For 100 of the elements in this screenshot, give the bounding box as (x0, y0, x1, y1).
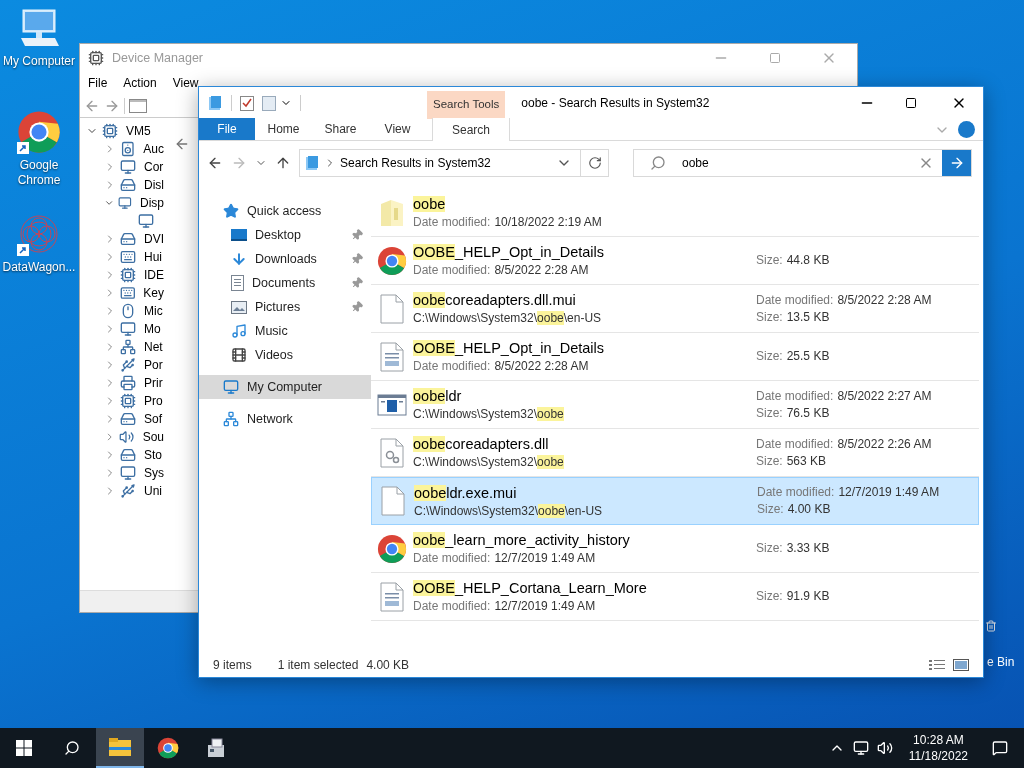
new-folder-icon[interactable] (262, 95, 276, 111)
network-icon[interactable] (852, 740, 869, 756)
tiles-view-icon[interactable] (953, 659, 969, 671)
address-bar[interactable]: Search Results in System32 (299, 149, 609, 177)
address-text: Search Results in System32 (340, 155, 492, 172)
panel-icon[interactable] (129, 98, 147, 113)
file-name: oobe (413, 195, 447, 214)
detail-label: Size: (756, 252, 783, 269)
tree-label[interactable]: Sou (142, 428, 164, 446)
nav-item[interactable]: Videos (199, 343, 371, 367)
tree-label[interactable]: IDE (144, 266, 164, 284)
detail-label: Size: (756, 452, 783, 470)
tree-label[interactable]: Mic (144, 302, 163, 320)
display-adapter-icon (138, 213, 154, 229)
tree-label[interactable]: Key (143, 284, 164, 302)
volume-icon[interactable] (876, 740, 893, 756)
device-icon (120, 339, 136, 355)
chrome-icon (17, 110, 61, 154)
detail-label: Date modified: (757, 484, 835, 501)
desktop-icon-label[interactable]: DataWagon... (2, 260, 76, 275)
ribbon-tab[interactable]: Share (312, 118, 369, 140)
tree-label[interactable]: Disp (140, 194, 164, 212)
device-icon (119, 141, 136, 157)
ribbon-tab[interactable]: View (369, 118, 426, 140)
nav-item[interactable]: Downloads (199, 247, 371, 271)
detail-value: 44.8 KB (786, 252, 830, 269)
result-row[interactable]: OOBE_HELP_Opt_in_Details Date modified: 8/5/2022 2:28 AM Size: 44.8 KB (371, 237, 979, 285)
search-icon[interactable] (64, 740, 80, 756)
tree-label[interactable]: Hui (144, 248, 162, 266)
result-row[interactable]: oobeldr C:\Windows\System32\oobe Date modified: 8/5/2022 2:27 AM Size: 76.5 KB (371, 381, 979, 429)
maximize-icon[interactable] (905, 97, 917, 109)
menu-item[interactable]: Action (123, 74, 157, 92)
ribbon-tab[interactable]: Home (255, 118, 312, 140)
ribbon-tab[interactable]: File (199, 118, 255, 140)
tree-label[interactable]: Net (144, 338, 163, 356)
desktop-icon-label[interactable]: My Computer (3, 54, 75, 69)
device-icon (120, 303, 136, 319)
tree-label[interactable]: Cor (144, 158, 164, 176)
tree-label[interactable]: Uni (144, 482, 162, 500)
desktop-icon-label[interactable]: e Bin (987, 653, 1015, 671)
result-row[interactable]: oobe Date modified: 10/18/2022 2:19 AM (371, 189, 979, 237)
tree-label[interactable]: Por (144, 356, 163, 374)
detail-label: Size: (757, 501, 784, 518)
file-name: oobeldr.exe.mui (414, 483, 518, 503)
properties-icon[interactable] (240, 95, 254, 111)
film-icon (231, 347, 247, 363)
search-field[interactable]: oobe (633, 149, 972, 177)
tree-label[interactable]: Auc (143, 140, 164, 158)
nav-item[interactable]: Quick access (199, 199, 371, 223)
detail-label: Date modified: (413, 214, 491, 230)
nav-item[interactable]: Desktop (199, 223, 371, 247)
tree-label[interactable]: DVI (144, 230, 164, 248)
taskbar-app[interactable] (96, 728, 144, 768)
detail-value: 8/5/2022 2:28 AM (494, 358, 589, 374)
document-icon (231, 275, 244, 291)
nav-item[interactable]: Music (199, 319, 371, 343)
result-row[interactable]: OOBE_HELP_Cortana_Learn_More Date modified: 12/7/2019 1:49 AM Size: 91.9 KB (371, 573, 979, 621)
detail-value: 12/7/2019 1:49 AM (494, 598, 596, 614)
refresh-icon[interactable] (587, 156, 602, 170)
tree-label[interactable]: Mo (144, 320, 161, 338)
search-folder-icon (304, 155, 320, 171)
mesh-icon (17, 212, 61, 256)
detail-label: Date modified: (413, 358, 491, 374)
nav-item[interactable]: My Computer (199, 375, 371, 399)
tree-label[interactable]: Sto (144, 446, 162, 464)
picture-icon (231, 300, 247, 314)
nav-item[interactable]: Network (199, 407, 371, 431)
window-icon (377, 392, 407, 417)
help-icon[interactable] (958, 121, 975, 138)
tree-label[interactable]: VM5 (126, 122, 151, 140)
device-icon (120, 465, 136, 481)
details-view-icon[interactable] (929, 659, 945, 671)
notification-icon[interactable] (992, 740, 1008, 756)
ribbon-tab[interactable]: Search (432, 118, 510, 141)
windows-start-icon[interactable] (16, 740, 32, 756)
file-path: C:\Windows\System32\oobe (413, 454, 565, 470)
folder-icon[interactable] (207, 95, 223, 111)
device-icon (119, 429, 135, 445)
device-icon (120, 411, 136, 427)
detail-value: 8/5/2022 2:28 AM (837, 291, 932, 309)
gear-file-icon (380, 437, 404, 468)
menu-item[interactable]: View (172, 74, 199, 92)
clock[interactable]: 10:28 AM 11/18/2022 (900, 732, 976, 764)
tree-label[interactable]: Prir (144, 374, 163, 392)
detail-label: Size: (756, 588, 783, 605)
result-row[interactable]: oobecoreadapters.dll.mui C:\Windows\System32\oobe\en-US Date modified: 8/5/2022 2:28 AM Size: 13.5 KB (371, 285, 979, 333)
menu-item[interactable]: File (88, 74, 108, 92)
forward-arrow-icon[interactable] (231, 155, 247, 171)
nav-item[interactable]: Pictures (199, 295, 371, 319)
tree-label[interactable]: Sof (144, 410, 162, 428)
desktop-icon-label[interactable]: Google Chrome (0, 158, 78, 188)
file-name: OOBE_HELP_Opt_in_Details (413, 339, 606, 358)
tree-label[interactable]: Pro (144, 392, 163, 410)
nav-item[interactable]: Documents (199, 271, 371, 295)
result-row[interactable]: oobe_learn_more_activity_history Date modified: 12/7/2019 1:49 AM Size: 3.33 KB (371, 525, 979, 573)
result-row[interactable]: OOBE_HELP_Opt_in_Details Date modified: 8/5/2022 2:28 AM Size: 25.5 KB (371, 333, 979, 381)
tree-label[interactable]: Sys (144, 464, 164, 482)
file-name: oobecoreadapters.dll.mui (413, 291, 577, 310)
result-row[interactable]: oobeldr.exe.mui C:\Windows\System32\oobe\en-US Date modified: 12/7/2019 1:49 AM Size: 4.00 KB (371, 477, 979, 525)
tree-label[interactable]: Disl (144, 176, 164, 194)
